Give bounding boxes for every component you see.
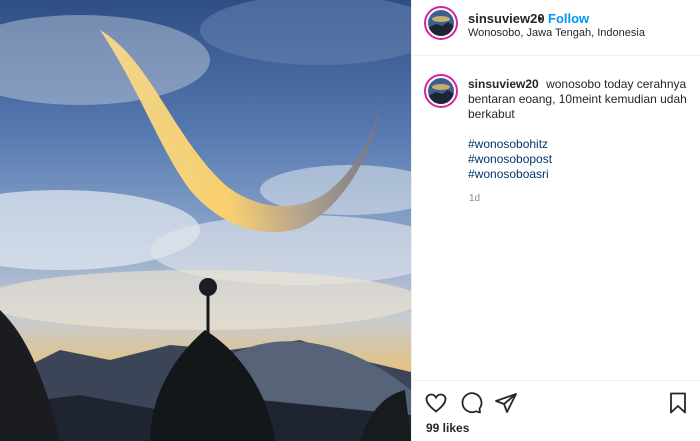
hashtag-link[interactable]: #wonosoboasri — [468, 167, 552, 182]
heart-icon[interactable] — [424, 391, 448, 415]
bookmark-icon[interactable] — [666, 391, 690, 415]
header-username[interactable]: sinsuview20 — [468, 11, 545, 26]
follow-button[interactable]: Follow — [548, 11, 589, 26]
separator-dot: • — [538, 11, 543, 26]
post-detail-panel: sinsuview20 • Follow Wonosobo, Jawa Teng… — [411, 0, 700, 441]
share-icon[interactable] — [494, 391, 518, 415]
hashtag-list: #wonosobohitz #wonosobopost #wonosoboasr… — [468, 137, 552, 182]
post-timestamp[interactable]: 1d — [469, 193, 480, 204]
hashtag-link[interactable]: #wonosobohitz — [468, 137, 552, 152]
caption-text: sinsuview20 wonosobo today cerahnya bent… — [468, 77, 693, 122]
location-link[interactable]: Wonosobo, Jawa Tengah, Indonesia — [468, 27, 645, 39]
like-count[interactable]: 99 likes — [426, 421, 469, 435]
action-bar — [412, 380, 700, 424]
post-photo[interactable] — [0, 0, 411, 441]
caption-avatar[interactable] — [424, 74, 458, 108]
comment-icon[interactable] — [459, 391, 483, 415]
avatar[interactable] — [424, 6, 458, 40]
caption-username[interactable]: sinsuview20 — [468, 77, 539, 91]
hashtag-link[interactable]: #wonosobopost — [468, 152, 552, 167]
post-header: sinsuview20 • Follow Wonosobo, Jawa Teng… — [412, 0, 700, 56]
